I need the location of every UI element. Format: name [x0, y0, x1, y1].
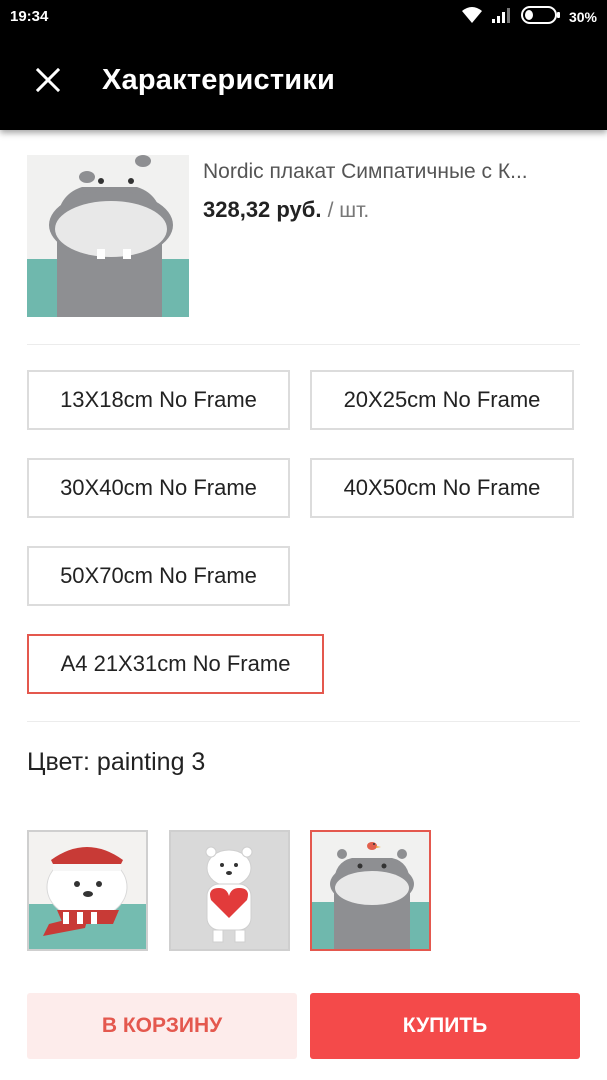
price-unit: / шт.	[327, 199, 370, 222]
polar-bear-scarf-image	[29, 832, 146, 949]
color-label: Цвет: painting 3	[27, 748, 206, 776]
battery-icon	[520, 5, 561, 30]
battery-percent: 30%	[568, 9, 597, 25]
size-option[interactable]: 40X50cm No Frame	[310, 458, 574, 518]
size-option[interactable]: 50X70cm No Frame	[27, 546, 290, 606]
status-icons: 30%	[461, 5, 597, 30]
size-option-label: 40X50cm No Frame	[343, 475, 541, 500]
product-price: 328,32 руб.	[203, 197, 322, 222]
close-icon	[35, 67, 61, 97]
signal-icon	[491, 6, 513, 29]
size-option[interactable]: 30X40cm No Frame	[27, 458, 290, 518]
product-name: Nordic плакат Симпатичные с К...	[203, 160, 528, 183]
status-time: 19:34	[10, 8, 49, 25]
app-bar: Характеристики	[0, 34, 607, 130]
price-row: 328,32 руб. / шт.	[203, 197, 369, 223]
size-option-label: A4 21X31cm No Frame	[60, 651, 291, 676]
add-to-cart-button[interactable]: В КОРЗИНУ	[27, 993, 297, 1059]
wifi-icon	[461, 6, 483, 29]
divider	[27, 344, 580, 345]
polar-bear-heart-image	[171, 832, 288, 949]
size-option[interactable]: 20X25cm No Frame	[310, 370, 574, 430]
size-option[interactable]: 13X18cm No Frame	[27, 370, 290, 430]
color-swatch-painting-3[interactable]	[310, 830, 431, 951]
product-image	[27, 155, 189, 317]
color-swatch-painting-1[interactable]	[27, 830, 148, 951]
close-button[interactable]	[26, 60, 70, 104]
status-bar: 19:34 30%	[0, 0, 607, 34]
size-option-label: 30X40cm No Frame	[60, 475, 257, 500]
buy-button[interactable]: КУПИТЬ	[310, 993, 580, 1059]
hippo-bird-image	[312, 832, 429, 949]
divider	[27, 721, 580, 722]
size-option-label: 50X70cm No Frame	[60, 563, 257, 588]
size-option-selected[interactable]: A4 21X31cm No Frame	[27, 634, 324, 694]
size-option-label: 13X18cm No Frame	[60, 387, 257, 412]
page-title: Характеристики	[102, 64, 336, 96]
color-swatch-painting-2[interactable]	[169, 830, 290, 951]
size-option-label: 20X25cm No Frame	[343, 387, 541, 412]
